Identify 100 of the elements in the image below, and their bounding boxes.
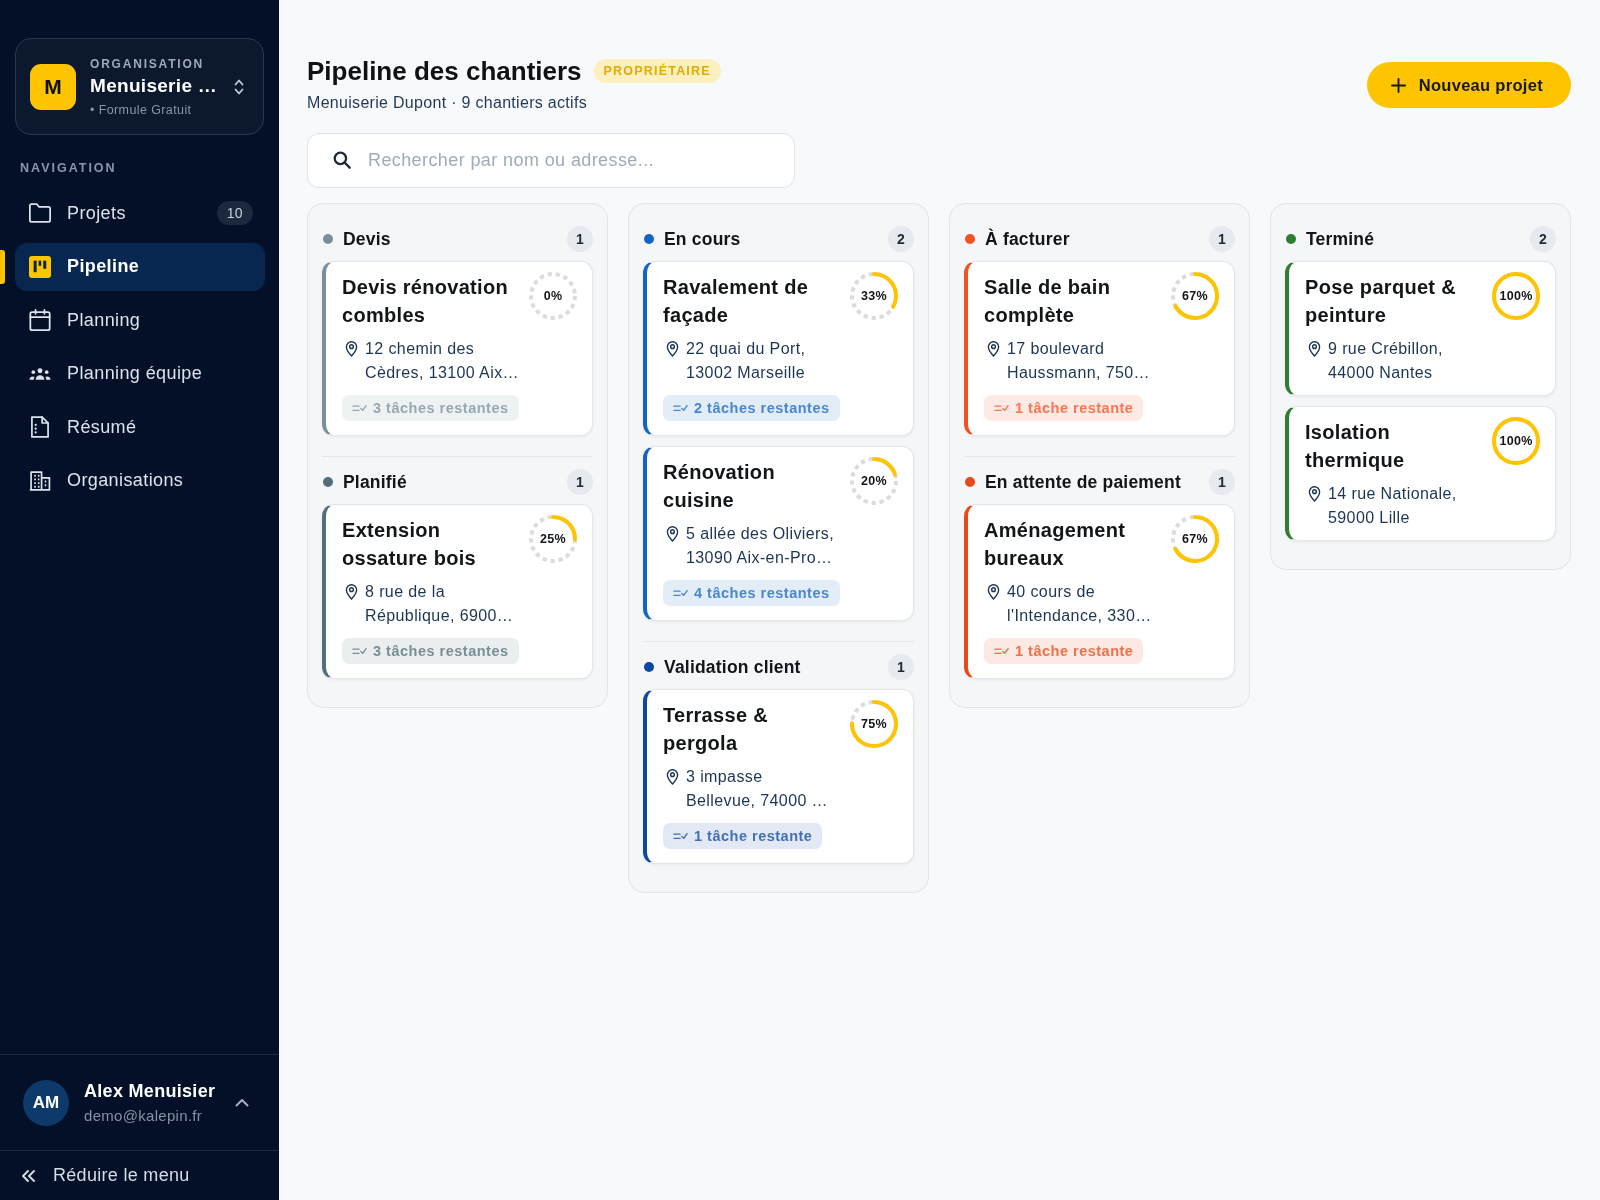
organization-plan: • Formule Gratuit — [90, 102, 192, 117]
tasks-remaining-text: 3 tâches restantes — [373, 400, 509, 416]
project-card[interactable]: Aménagement bureaux 67% 40 cours de l'Intendance, 330… 1 tâche restante — [964, 504, 1235, 679]
nav-item[interactable]: Résumé — [15, 403, 265, 451]
progress-percent: 33% — [861, 289, 887, 303]
project-title: Aménagement bureaux — [984, 518, 1127, 571]
project-address: 22 quai du Port, 13002 Marseille — [686, 339, 806, 383]
calendar-icon — [29, 309, 51, 331]
project-card[interactable]: Rénovation cuisine 20% 5 allée des Oliviers, 13090 Aix-en-Pro… 4 tâches restantes — [643, 446, 914, 621]
project-title: Extension ossature bois — [342, 518, 477, 571]
project-address: 5 allée des Oliviers, 13090 Aix-en-Pro… — [686, 524, 835, 568]
count-badge: 1 — [888, 654, 914, 680]
organization-name: Menuiserie … — [90, 74, 218, 97]
project-card[interactable]: Pose parquet & peinture 100% 9 rue Crébillon, 44000 Nantes — [1285, 261, 1556, 396]
project-address: 8 rue de la République, 6900… — [365, 582, 514, 626]
progress-ring — [849, 456, 899, 506]
progress-percent: 25% — [540, 532, 566, 546]
count-badge: 1 — [567, 226, 593, 252]
user-name: Alex Menuisier — [84, 1081, 216, 1102]
organization-logo: M — [30, 63, 76, 110]
progress-percent: 75% — [861, 717, 887, 731]
map-pin-icon — [666, 768, 679, 785]
progress-percent: 100% — [1499, 434, 1533, 448]
tasks-remaining-text: 1 tâche restante — [694, 828, 813, 844]
folder-icon — [29, 202, 51, 224]
count-badge: 1 — [1209, 226, 1235, 252]
project-card[interactable]: Extension ossature bois 25% 8 rue de la République, 6900… 3 tâches restantes — [322, 504, 593, 679]
project-address: 9 rue Crébillon, 44000 Nantes — [1328, 339, 1443, 383]
checklist-icon — [673, 403, 688, 413]
stage-title: En attente de paiement — [985, 471, 1182, 493]
organization-switcher[interactable]: M ORGANISATION Menuiserie … • Formule Gratuit — [15, 38, 264, 135]
count-badge: 10 — [216, 201, 253, 225]
project-address: 12 chemin des Cèdres, 13100 Aix… — [365, 339, 519, 383]
page-subtitle: Menuiserie Dupont · 9 chantiers actifs — [307, 93, 588, 113]
project-address: 40 cours de l'Intendance, 330… — [1007, 582, 1152, 626]
progress-ring — [528, 514, 578, 564]
nav-item[interactable]: Organisations — [15, 456, 265, 505]
nav-item[interactable]: Planning — [15, 296, 265, 344]
user-avatar: AM — [23, 1079, 69, 1126]
nav-item[interactable]: Planning équipe — [15, 349, 265, 398]
project-title: Isolation thermique — [1305, 420, 1406, 473]
progress-percent: 0% — [543, 289, 563, 303]
stage-title: En cours — [664, 228, 742, 250]
progress-ring — [1491, 271, 1541, 321]
project-title: Devis rénovation combles — [342, 275, 509, 328]
map-pin-icon — [345, 583, 358, 600]
tasks-remaining-text: 4 tâches restantes — [694, 585, 830, 601]
project-title: Salle de bain complète — [984, 275, 1112, 328]
stage-title: À facturer — [985, 228, 1071, 250]
stage-title: Validation client — [664, 656, 802, 678]
project-card[interactable]: Ravalement de façade 33% 22 quai du Port, 13002 Marseille 2 tâches restantes — [643, 261, 914, 436]
project-title: Pose parquet & peinture — [1305, 275, 1457, 328]
active-indicator — [0, 249, 5, 284]
project-card[interactable]: Devis rénovation combles 0% 12 chemin des Cèdres, 13100 Aix… 3 tâches restantes — [322, 261, 593, 436]
count-badge: 2 — [1530, 226, 1556, 252]
progress-percent: 100% — [1499, 289, 1533, 303]
section-label: NAVIGATION — [20, 160, 117, 176]
building-icon — [29, 469, 51, 492]
checklist-icon — [994, 403, 1009, 413]
progress-percent: 67% — [1182, 532, 1208, 546]
nav-item[interactable]: Projets 10 — [15, 189, 265, 237]
chevron-up-icon — [235, 1098, 249, 1107]
count-badge: 1 — [1209, 469, 1235, 495]
user-menu[interactable]: AM Alex Menuisier demo@kalepin.fr — [0, 1054, 279, 1150]
tasks-remaining-text: 3 tâches restantes — [373, 643, 509, 659]
project-address: 17 boulevard Haussmann, 750… — [1007, 339, 1150, 383]
checklist-icon — [673, 588, 688, 598]
map-pin-icon — [666, 340, 679, 357]
count-badge: 2 — [888, 226, 914, 252]
map-pin-icon — [1308, 485, 1321, 502]
project-card[interactable]: Isolation thermique 100% 14 rue Nationale, 59000 Lille — [1285, 406, 1556, 541]
collapse-menu-button[interactable]: Réduire le menu — [0, 1150, 279, 1200]
search-icon — [333, 151, 351, 169]
checklist-icon — [352, 403, 367, 413]
map-pin-icon — [666, 525, 679, 542]
search-field[interactable]: Rechercher par nom ou adresse... — [307, 133, 795, 188]
progress-ring — [849, 699, 899, 749]
page-title: Pipeline des chantiers — [307, 55, 582, 88]
new-project-button[interactable]: Nouveau projet — [1366, 62, 1571, 108]
checklist-icon — [352, 646, 367, 656]
progress-percent: 67% — [1182, 289, 1208, 303]
organization-label: ORGANISATION — [90, 56, 205, 71]
project-card[interactable]: Salle de bain complète 67% 17 boulevard Haussmann, 750… 1 tâche restante — [964, 261, 1235, 436]
project-card[interactable]: Terrasse & pergola 75% 3 impasse Bellevue, 74000 … 1 tâche restante — [643, 689, 914, 864]
stage-title: Devis — [343, 228, 392, 250]
tasks-remaining-text: 1 tâche restante — [1015, 643, 1134, 659]
project-address: 3 impasse Bellevue, 74000 … — [686, 767, 828, 811]
progress-ring — [1491, 416, 1541, 466]
stage-title: Planifié — [343, 471, 408, 493]
tasks-remaining-text: 2 tâches restantes — [694, 400, 830, 416]
count-badge: 1 — [567, 469, 593, 495]
map-pin-icon — [987, 583, 1000, 600]
stage-title: Terminé — [1306, 228, 1376, 250]
kanban-icon — [29, 255, 51, 278]
map-pin-icon — [987, 340, 1000, 357]
nav-item[interactable]: Pipeline — [15, 242, 265, 291]
progress-percent: 20% — [861, 474, 887, 488]
progress-ring — [1170, 514, 1220, 564]
checklist-icon — [673, 831, 688, 841]
document-icon — [29, 416, 51, 438]
